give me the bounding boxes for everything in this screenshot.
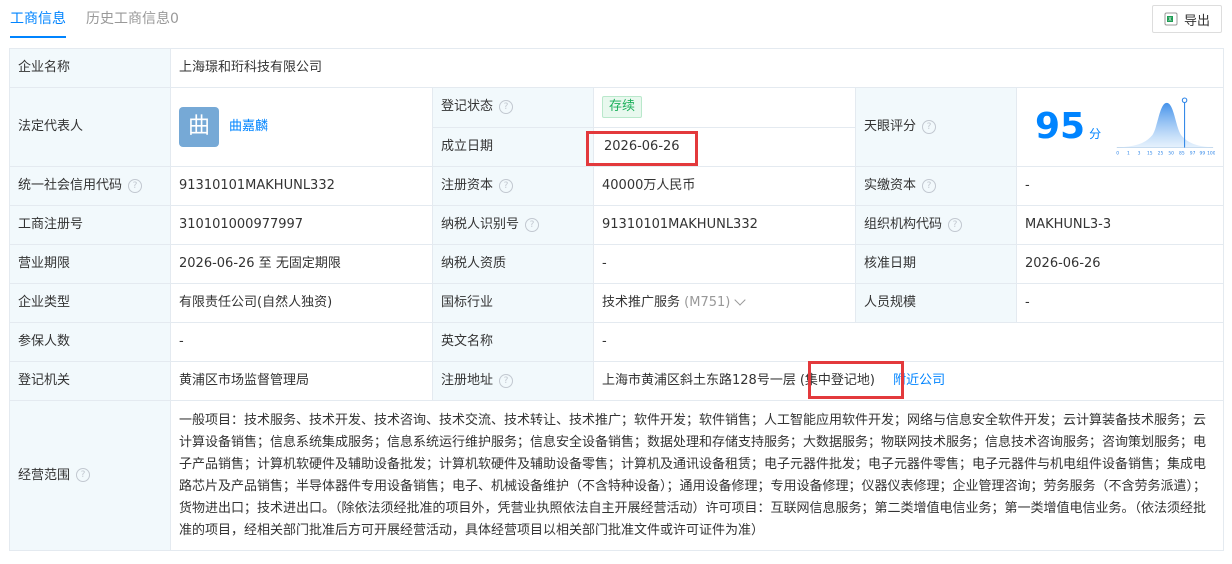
score-cell[interactable]: 95 分 0 1 3 15 25 50 85 97 99 100 [1015,87,1225,167]
score-value: 95 [1035,106,1086,147]
question-icon[interactable]: ? [922,119,937,134]
export-label: 导出 [1183,13,1210,29]
insured-label: 参保人数 [9,322,171,362]
credit-code: 91310101MAKHUNL332 [170,166,433,206]
avatar[interactable]: 曲 [179,107,219,147]
biz-reg-no: 310101000977997 [170,205,433,245]
reg-capital-label: 注册资本 [441,178,494,193]
axis-tick: 85 [1179,151,1185,157]
industry-dropdown[interactable]: 技术推广服务 (M751) [593,283,856,323]
score-marker-dot [1181,97,1188,104]
approve-date: 2026-06-26 [1015,244,1225,284]
found-date-label: 成立日期 [432,126,594,167]
org-code-label: 组织机构代码 [864,217,943,232]
question-icon[interactable]: ? [128,178,143,193]
nearby-companies-link[interactable]: 附近公司 [893,373,945,388]
company-name: 上海璟和珩科技有限公司 [169,48,1225,88]
address-label-cell: 注册地址? [432,361,594,401]
scope-cell: 一般项目：技术服务、技术开发、技术咨询、技术交流、技术转让、技术推广；软件开发；… [169,400,1225,551]
en-name-label: 英文名称 [432,322,594,362]
taxpayer-id-label-cell: 纳税人识别号? [432,205,594,245]
legal-rep-cell: 曲 曲嘉麟 [170,87,433,167]
term: 2026-06-26 至 无固定期限 [170,244,433,284]
axis-tick: 100 [1207,151,1215,157]
approve-date-label: 核准日期 [855,244,1017,284]
axis-tick: 97 [1190,151,1196,157]
org-code-label-cell: 组织机构代码? [855,205,1017,245]
excel-icon: X [1164,12,1178,26]
industry-code: (M751) [684,295,731,310]
industry-label: 国标行业 [432,283,594,323]
question-icon[interactable]: ? [922,178,937,193]
tab-bar: 工商信息 历史工商信息0 [10,0,199,38]
export-button[interactable]: X 导出 [1152,5,1222,33]
axis-tick: 25 [1158,151,1164,157]
reg-capital-label-cell: 注册资本? [432,166,594,206]
org-code: MAKHUNL3-3 [1015,205,1225,245]
axis-tick: 15 [1147,151,1153,157]
address-label: 注册地址 [441,373,494,388]
question-icon[interactable]: ? [948,217,963,232]
legal-rep-label: 法定代表人 [9,87,171,167]
question-icon[interactable]: ? [525,217,540,232]
bell-curve [1116,102,1214,148]
paid-capital-label-cell: 实缴资本? [855,166,1017,206]
chevron-down-icon [734,294,747,306]
taxpayer-id-label: 纳税人识别号 [441,217,520,232]
axis-tick: 0 [1116,151,1119,157]
question-icon[interactable]: ? [76,468,91,482]
taxpayer-id: 91310101MAKHUNL332 [593,205,856,245]
credit-code-label-cell: 统一社会信用代码? [9,166,171,206]
authority-label: 登记机关 [9,361,171,401]
address-cell: 上海市黄浦区斜土东路128号一层 (集中登记地) 附近公司 [592,361,1225,401]
svg-text:X: X [1168,17,1172,23]
reg-status-label-cell: 登记状态? [432,87,594,128]
question-icon[interactable]: ? [499,373,514,388]
score-axis: 0 1 3 15 25 50 85 97 99 100 [1116,151,1215,157]
staff-size-label: 人员规模 [855,283,1017,323]
score-label-cell: 天眼评分? [855,87,1017,167]
question-icon[interactable]: ? [499,178,514,193]
score-unit: 分 [1089,127,1102,141]
address-note: (集中登记地) [799,373,875,388]
axis-tick: 99 [1200,151,1206,157]
legal-rep-name-link[interactable]: 曲嘉麟 [229,117,268,137]
axis-tick: 3 [1138,151,1141,157]
scope-label: 经营范围 [18,467,71,483]
type-label: 企业类型 [9,283,171,323]
tab-history-business-info[interactable]: 历史工商信息0 [86,0,179,38]
en-name: - [592,322,1225,362]
company-name-label: 企业名称 [9,48,171,88]
status-badge: 存续 [602,96,643,119]
axis-tick: 1 [1127,151,1130,157]
credit-code-label: 统一社会信用代码 [18,178,123,193]
found-date: 2026-06-26 [593,126,856,167]
staff-size: - [1015,283,1225,323]
taxpayer-qual-label: 纳税人资质 [432,244,594,284]
industry-value: 技术推广服务 [602,295,681,310]
paid-capital-label: 实缴资本 [864,178,917,193]
type: 有限责任公司(自然人独资) [170,283,433,323]
authority: 黄浦区市场监督管理局 [170,361,433,401]
score-distribution-chart: 0 1 3 15 25 50 85 97 99 100 [1116,97,1215,157]
tab-business-info[interactable]: 工商信息 [10,0,66,38]
paid-capital: - [1015,166,1225,206]
reg-status-cell: 存续 [593,87,856,128]
term-label: 营业期限 [9,244,171,284]
question-icon[interactable]: ? [499,99,514,114]
business-info-table: 企业名称 上海璟和珩科技有限公司 法定代表人 曲 曲嘉麟 登记状态? 存续 天眼… [9,48,1225,551]
biz-reg-no-label: 工商注册号 [9,205,171,245]
score-label: 天眼评分 [864,119,917,134]
insured: - [170,322,433,362]
business-scope: 一般项目：技术服务、技术开发、技术咨询、技术交流、技术转让、技术推广；软件开发；… [179,412,1207,538]
scope-label-cell: 经营范围? [9,400,171,551]
taxpayer-qual: - [593,244,856,284]
reg-status-label: 登记状态 [441,99,494,115]
reg-capital: 40000万人民币 [593,166,856,206]
axis-tick: 50 [1168,151,1174,157]
address: 上海市黄浦区斜土东路128号一层 [602,373,796,388]
